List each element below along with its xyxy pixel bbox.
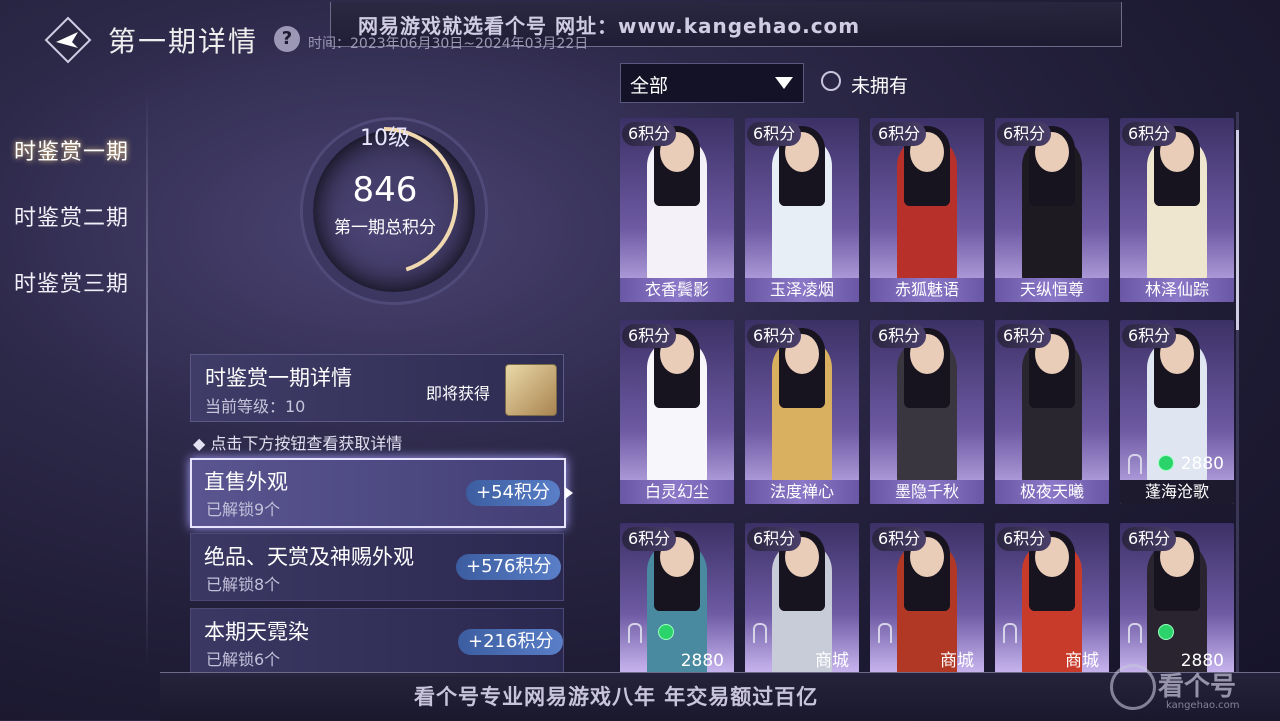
outfit-card[interactable]: 6积分极夜天曦 bbox=[995, 320, 1109, 504]
sidebar-item-period-2[interactable]: 时鉴赏二期 bbox=[14, 200, 129, 232]
selected-arrow-icon bbox=[565, 487, 573, 499]
outfit-name: 法度禅心 bbox=[745, 480, 859, 504]
outfit-card[interactable]: 6积分玉泽凌烟 bbox=[745, 118, 859, 302]
current-level: 当前等级：10 bbox=[205, 397, 306, 416]
outfit-name: 墨隐千秋 bbox=[870, 480, 984, 504]
lock-icon bbox=[1128, 623, 1142, 643]
outfit-name: 天纵恒尊 bbox=[995, 278, 1109, 302]
outfit-card[interactable]: 6积分赤狐魅语 bbox=[870, 118, 984, 302]
category-points-badge: +54积分 bbox=[466, 480, 560, 506]
outfit-card[interactable]: 6积分商城 bbox=[870, 523, 984, 673]
not-owned-label[interactable]: 未拥有 bbox=[851, 71, 908, 98]
outfit-name: 赤狐魅语 bbox=[870, 278, 984, 302]
outfit-points-badge: 6积分 bbox=[622, 527, 677, 551]
not-owned-radio[interactable] bbox=[821, 71, 841, 91]
total-score: 846 bbox=[352, 170, 418, 210]
outfit-card[interactable]: 6积分商城 bbox=[745, 523, 859, 673]
grid-scrollbar-thumb[interactable] bbox=[1236, 130, 1239, 330]
outfit-name: 极夜天曦 bbox=[995, 480, 1109, 504]
outfit-points-badge: 6积分 bbox=[747, 122, 802, 146]
bottom-watermark-text: 看个号专业网易游戏八年 年交易额过百亿 bbox=[414, 685, 819, 709]
outfit-card[interactable]: 6积分 2880 蓬海沧歌 bbox=[1120, 320, 1234, 504]
lock-icon bbox=[753, 623, 767, 643]
period-info-title: 时鉴赏一期详情 bbox=[205, 366, 352, 390]
category-points-badge: +576积分 bbox=[456, 554, 562, 580]
upcoming-reward-label: 即将获得 bbox=[426, 384, 491, 403]
outfit-price: 商城 bbox=[940, 651, 974, 671]
category-title: 绝品、天赏及神赐外观 bbox=[204, 545, 414, 569]
category-title: 直售外观 bbox=[204, 470, 288, 494]
reward-item-icon[interactable] bbox=[505, 364, 557, 416]
outfit-price: 商城 bbox=[1065, 651, 1099, 671]
outfit-points-badge: 6积分 bbox=[1122, 324, 1177, 348]
outfit-name: 衣香鬓影 bbox=[620, 278, 734, 302]
outfit-points-badge: 6积分 bbox=[622, 324, 677, 348]
filter-selected: 全部 bbox=[630, 75, 669, 97]
outfit-card[interactable]: 6积分衣香鬓影 bbox=[620, 118, 734, 302]
outfit-name: 玉泽凌烟 bbox=[745, 278, 859, 302]
page-title: 第一期详情 bbox=[108, 25, 259, 58]
watermark-logo-icon bbox=[1110, 664, 1156, 710]
period-time: 时间：2023年06月30日~2024年03月22日 bbox=[308, 36, 589, 52]
outfit-points-badge: 6积分 bbox=[747, 527, 802, 551]
sidebar-divider bbox=[146, 90, 148, 665]
outfit-points-badge: 6积分 bbox=[997, 527, 1052, 551]
outfit-points-badge: 6积分 bbox=[997, 122, 1052, 146]
outfit-price: 2880 bbox=[680, 651, 724, 671]
outfit-price: 商城 bbox=[815, 651, 849, 671]
sidebar-item-period-3[interactable]: 时鉴赏三期 bbox=[14, 266, 129, 298]
outfit-card[interactable]: 6积分法度禅心 bbox=[745, 320, 859, 504]
hint-text: ◆ 点击下方按钮查看获取详情 bbox=[193, 434, 403, 453]
outfit-card[interactable]: 6积分 2880 bbox=[1120, 523, 1234, 673]
outfit-price: 2880 bbox=[1180, 454, 1224, 474]
category-unlocked: 已解锁9个 bbox=[206, 500, 281, 519]
outfit-name: 蓬海沧歌 bbox=[1120, 480, 1234, 504]
outfit-card[interactable]: 6积分商城 bbox=[995, 523, 1109, 673]
lock-icon bbox=[1003, 623, 1017, 643]
outfit-points-badge: 6积分 bbox=[872, 324, 927, 348]
level-label: 10级 bbox=[360, 126, 410, 151]
back-button[interactable] bbox=[44, 16, 92, 64]
outfit-points-badge: 6积分 bbox=[872, 122, 927, 146]
lock-icon bbox=[1128, 454, 1142, 474]
category-unlocked: 已解锁8个 bbox=[206, 575, 281, 594]
outfit-points-badge: 6积分 bbox=[872, 527, 927, 551]
sidebar-item-period-1[interactable]: 时鉴赏一期 bbox=[14, 134, 129, 166]
lock-icon bbox=[628, 623, 642, 643]
outfit-points-badge: 6积分 bbox=[1122, 527, 1177, 551]
category-unlocked: 已解锁6个 bbox=[206, 650, 281, 669]
outfit-points-badge: 6积分 bbox=[747, 324, 802, 348]
category-title: 本期天霓染 bbox=[204, 620, 309, 644]
outfit-name: 林泽仙踪 bbox=[1120, 278, 1234, 302]
help-icon[interactable]: ? bbox=[274, 26, 300, 52]
outfit-card[interactable]: 6积分林泽仙踪 bbox=[1120, 118, 1234, 302]
back-arrow-icon bbox=[44, 16, 92, 64]
outfit-points-badge: 6积分 bbox=[1122, 122, 1177, 146]
jade-currency-icon bbox=[658, 624, 674, 640]
outfit-name: 白灵幻尘 bbox=[620, 480, 734, 504]
caret-down-icon bbox=[775, 77, 793, 89]
category-points-badge: +216积分 bbox=[458, 629, 564, 655]
jade-currency-icon bbox=[1158, 624, 1174, 640]
outfit-points-badge: 6积分 bbox=[622, 122, 677, 146]
outfit-points-badge: 6积分 bbox=[997, 324, 1052, 348]
outfit-card[interactable]: 6积分白灵幻尘 bbox=[620, 320, 734, 504]
watermark-url: kangehao.com bbox=[1166, 700, 1240, 711]
outfit-card[interactable]: 6积分天纵恒尊 bbox=[995, 118, 1109, 302]
jade-currency-icon bbox=[1158, 455, 1174, 471]
total-score-label: 第一期总积分 bbox=[334, 218, 436, 238]
watermark-logo-text: 看个号 bbox=[1158, 672, 1237, 702]
lock-icon bbox=[878, 623, 892, 643]
outfit-card[interactable]: 6积分 2880 bbox=[620, 523, 734, 673]
outfit-card[interactable]: 6积分墨隐千秋 bbox=[870, 320, 984, 504]
